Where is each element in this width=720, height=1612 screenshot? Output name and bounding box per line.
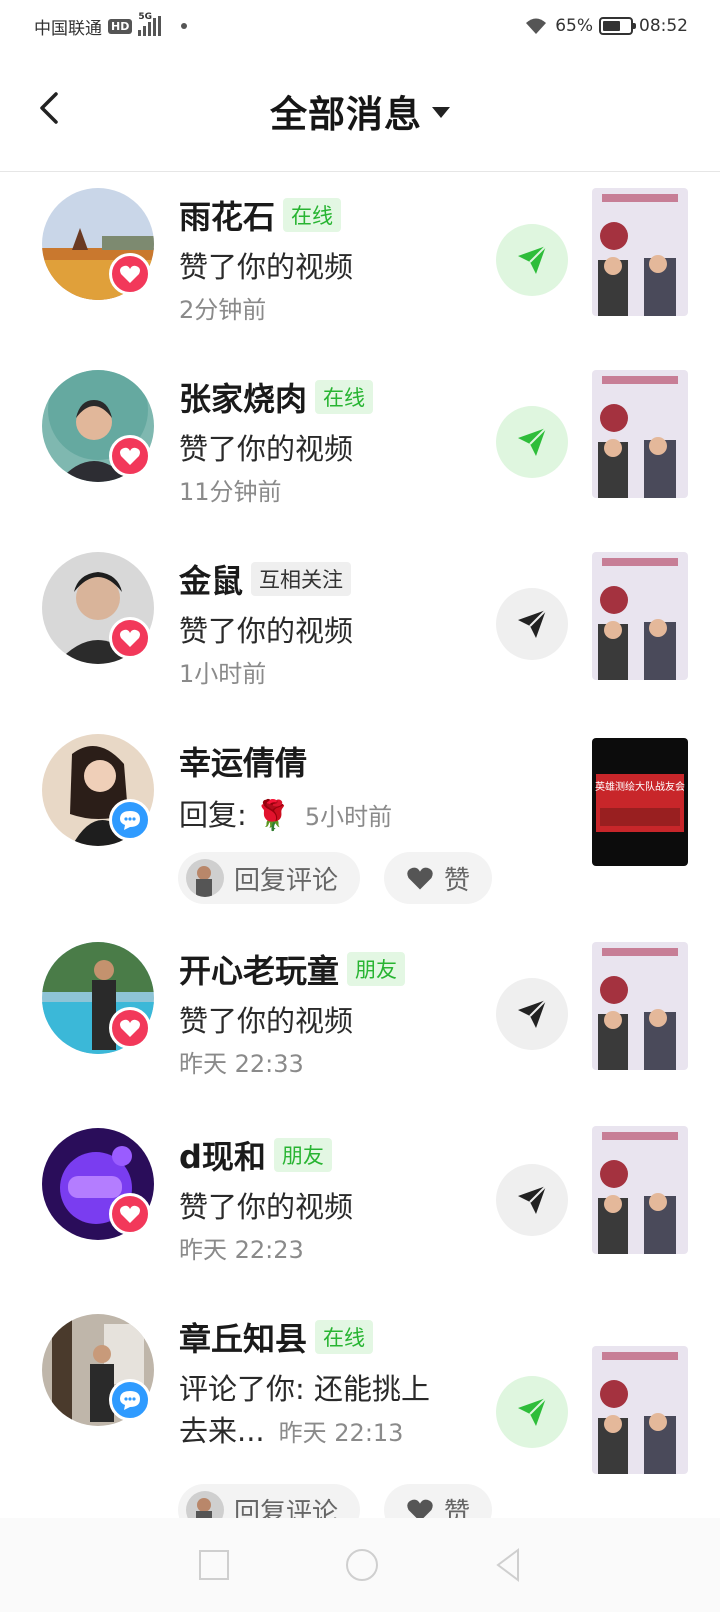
- online-badge: 在线: [283, 198, 342, 232]
- video-thumbnail[interactable]: [592, 1126, 688, 1254]
- caret-down-icon: [432, 106, 450, 118]
- signal-icon: 5G: [138, 12, 162, 36]
- list-item[interactable]: 雨花石 在线 赞了你的视频 2分钟前: [0, 172, 720, 354]
- message-text: 赞了你的视频: [179, 614, 354, 648]
- video-thumbnail[interactable]: 英雄测绘大队战友会: [592, 738, 688, 866]
- comment-icon: [109, 799, 151, 841]
- mini-avatar: [186, 1491, 224, 1518]
- mini-avatar: [186, 859, 224, 897]
- timestamp: 5小时前: [304, 803, 393, 831]
- message-text: 赞了你的视频: [179, 1004, 354, 1038]
- sender-name[interactable]: 章丘知县: [179, 1314, 307, 1360]
- list-item[interactable]: 张家烧肉 在线 赞了你的视频 11分钟前: [0, 354, 720, 536]
- send-icon: [518, 1185, 547, 1214]
- video-thumbnail[interactable]: [592, 1346, 688, 1474]
- home-icon[interactable]: [345, 1548, 379, 1582]
- sender-name[interactable]: 金鼠: [179, 556, 243, 602]
- friend-badge: 朋友: [347, 952, 406, 986]
- like-label: 赞: [444, 865, 471, 896]
- list-item[interactable]: 金鼠 互相关注 赞了你的视频 1小时前: [0, 536, 720, 724]
- sender-name[interactable]: d现和: [179, 1132, 266, 1178]
- heart-outline-icon: [407, 867, 433, 890]
- message-text: 回复: 🌹 5小时前: [179, 798, 393, 832]
- reply-comment-button[interactable]: 回复评论: [178, 852, 361, 904]
- message-text: 赞了你的视频: [179, 1190, 354, 1224]
- timestamp: 1小时前: [179, 660, 267, 688]
- mutual-follow-badge: 互相关注: [251, 562, 352, 596]
- message-text: 评论了你: 还能挑上: [179, 1372, 430, 1406]
- send-button[interactable]: [496, 224, 568, 296]
- carrier-label: 中国联通: [34, 18, 102, 39]
- send-button[interactable]: [496, 1164, 568, 1236]
- sender-name[interactable]: 雨花石: [179, 192, 275, 238]
- system-nav-bar: [0, 1518, 720, 1612]
- heart-icon: [109, 1193, 151, 1235]
- wifi-icon: [526, 18, 547, 34]
- back-icon[interactable]: [494, 1548, 522, 1582]
- thumb-caption: 英雄测绘大队战友会: [595, 780, 685, 793]
- heart-icon: [109, 253, 151, 295]
- list-item[interactable]: 开心老玩童 朋友 赞了你的视频 昨天 22:33: [0, 938, 720, 1124]
- list-item[interactable]: 章丘知县 在线 评论了你: 还能挑上 去来... 昨天 22:13 回复评论 赞: [0, 1304, 720, 1518]
- battery-percent: 65%: [555, 16, 593, 36]
- heart-outline-icon: [407, 1499, 433, 1518]
- heart-icon: [109, 435, 151, 477]
- hd-badge: HD: [108, 18, 133, 34]
- heart-icon: [109, 1007, 151, 1049]
- like-button[interactable]: 赞: [384, 1484, 493, 1519]
- like-button[interactable]: 赞: [384, 852, 493, 904]
- online-badge: 在线: [315, 380, 374, 414]
- reply-comment-label: 回复评论: [234, 1497, 339, 1519]
- send-icon: [518, 1397, 547, 1426]
- status-bar: 中国联通 HD 5G 65% 08:52: [0, 0, 720, 52]
- heart-icon: [109, 617, 151, 659]
- timestamp: 昨天 22:33: [179, 1050, 304, 1078]
- send-button[interactable]: [496, 1376, 568, 1448]
- header: 全部消息: [0, 52, 720, 172]
- comment-icon: [109, 1379, 151, 1421]
- timestamp: 昨天 22:23: [179, 1236, 304, 1264]
- sender-name[interactable]: 开心老玩童: [179, 946, 339, 992]
- video-thumbnail[interactable]: [592, 552, 688, 680]
- timestamp: 2分钟前: [179, 296, 267, 324]
- reply-comment-button[interactable]: 回复评论: [178, 1484, 361, 1519]
- send-button[interactable]: [496, 978, 568, 1050]
- message-text-continued: 去来... 昨天 22:13: [179, 1414, 404, 1448]
- video-thumbnail[interactable]: [592, 370, 688, 498]
- message-text: 赞了你的视频: [179, 250, 354, 284]
- video-thumbnail[interactable]: [592, 188, 688, 316]
- timestamp: 昨天 22:13: [278, 1419, 404, 1447]
- reply-comment-label: 回复评论: [234, 865, 339, 896]
- sender-name[interactable]: 张家烧肉: [179, 374, 307, 420]
- message-text: 赞了你的视频: [179, 432, 354, 466]
- video-thumbnail[interactable]: [592, 942, 688, 1070]
- page-title: 全部消息: [270, 93, 422, 136]
- battery-icon: [599, 17, 636, 35]
- list-item[interactable]: d现和 朋友 赞了你的视频 昨天 22:23: [0, 1124, 720, 1304]
- list-item[interactable]: 幸运倩倩 回复: 🌹 5小时前 回复评论 赞 英雄测绘大队战友会: [0, 724, 720, 938]
- like-label: 赞: [444, 1497, 471, 1519]
- rose-emoji: 🌹: [254, 798, 291, 832]
- sender-name[interactable]: 幸运倩倩: [179, 738, 307, 784]
- timestamp: 11分钟前: [179, 478, 282, 506]
- friend-badge: 朋友: [273, 1138, 332, 1172]
- send-icon: [518, 609, 547, 638]
- send-button[interactable]: [496, 588, 568, 660]
- send-icon: [518, 245, 547, 274]
- recent-apps-icon[interactable]: [198, 1549, 230, 1581]
- send-icon: [518, 999, 547, 1028]
- clock: 08:52: [639, 16, 688, 36]
- title-dropdown[interactable]: 全部消息: [0, 84, 720, 138]
- message-list[interactable]: 雨花石 在线 赞了你的视频 2分钟前 张家烧肉 在线 赞了你的视频 11分钟前: [0, 172, 720, 1518]
- send-button[interactable]: [496, 406, 568, 478]
- notification-dot: [181, 23, 188, 29]
- online-badge: 在线: [315, 1320, 374, 1354]
- send-icon: [518, 427, 547, 456]
